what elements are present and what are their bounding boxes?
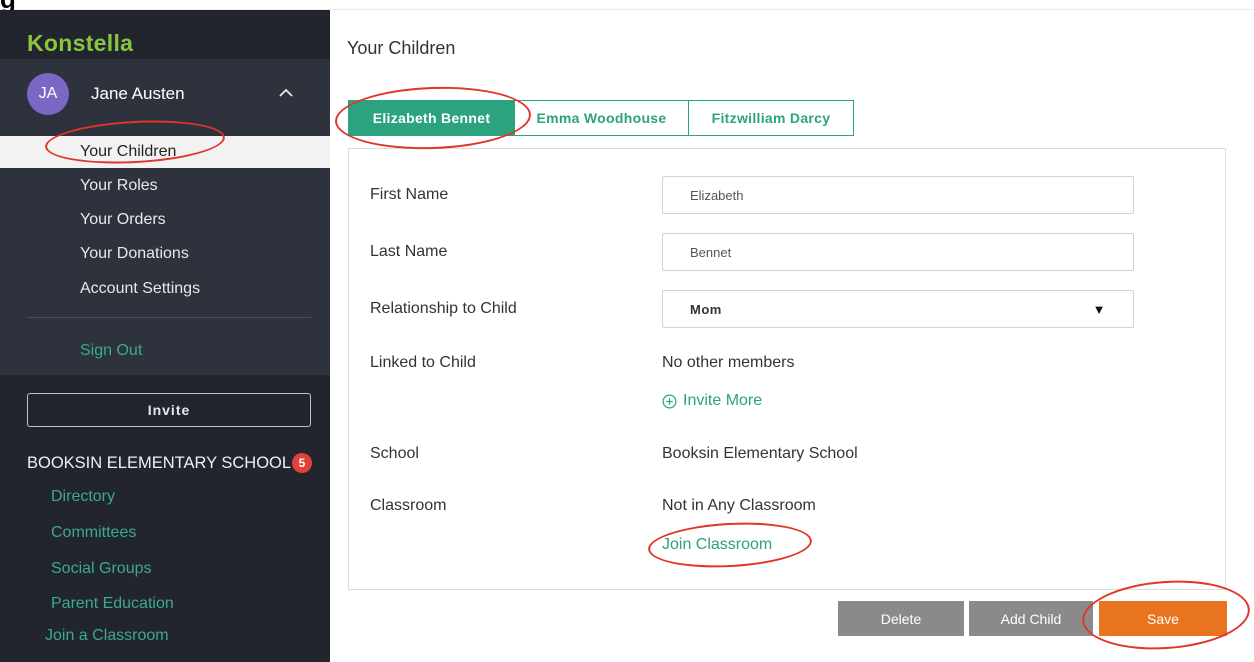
- child-tabs: Elizabeth Bennet Emma Woodhouse Fitzwill…: [348, 100, 854, 136]
- relationship-select[interactable]: Mom ▼: [662, 290, 1134, 328]
- invite-button[interactable]: Invite: [27, 393, 311, 427]
- plus-circle-icon: [662, 394, 677, 408]
- join-classroom-link[interactable]: Join Classroom: [662, 536, 772, 554]
- sidebar-item-your-children[interactable]: Your Children: [0, 136, 330, 168]
- school-title[interactable]: BOOKSIN ELEMENTARY SCHOOL: [27, 454, 291, 473]
- sidebar-link-parent-education[interactable]: Parent Education: [51, 595, 174, 613]
- notification-badge: 5: [292, 453, 312, 473]
- tab-emma-woodhouse[interactable]: Emma Woodhouse: [515, 100, 689, 136]
- sidebar-item-label: Your Children: [80, 143, 177, 160]
- relationship-selected-value: Mom: [690, 301, 722, 317]
- page-title: Your Children: [347, 38, 456, 58]
- chevron-up-icon[interactable]: [278, 85, 294, 101]
- sidebar-link-committees[interactable]: Committees: [51, 524, 136, 542]
- school-label: School: [370, 445, 419, 462]
- first-name-field[interactable]: Elizabeth: [662, 176, 1134, 214]
- invite-more-label: Invite More: [683, 392, 763, 409]
- dropdown-caret-icon: ▼: [1092, 301, 1106, 317]
- sign-out-link[interactable]: Sign Out: [80, 342, 142, 360]
- sidebar-item-your-roles[interactable]: Your Roles: [80, 177, 158, 195]
- sidebar-link-join-classroom[interactable]: Join a Classroom: [45, 627, 169, 645]
- classroom-label: Classroom: [370, 497, 447, 514]
- relationship-label: Relationship to Child: [370, 300, 517, 317]
- sidebar-link-social-groups[interactable]: Social Groups: [51, 560, 152, 578]
- sidebar-divider: [27, 317, 311, 318]
- last-name-label: Last Name: [370, 243, 448, 260]
- tab-elizabeth-bennet[interactable]: Elizabeth Bennet: [348, 100, 515, 136]
- tab-fitzwilliam-darcy[interactable]: Fitzwilliam Darcy: [689, 100, 854, 136]
- top-strip: g: [0, 0, 1254, 14]
- user-name[interactable]: Jane Austen: [91, 84, 185, 104]
- linked-to-child-value: No other members: [662, 354, 795, 371]
- invite-more-link[interactable]: Invite More: [662, 392, 762, 410]
- linked-to-child-label: Linked to Child: [370, 354, 476, 371]
- add-child-button[interactable]: Add Child: [969, 601, 1093, 636]
- sidebar-link-directory[interactable]: Directory: [51, 488, 115, 506]
- first-name-label: First Name: [370, 186, 449, 203]
- brand-logo[interactable]: Konstella: [27, 30, 133, 57]
- user-menu: JA Jane Austen Your Children Your Roles …: [0, 59, 330, 375]
- sidebar: Konstella JA Jane Austen Your Children Y…: [0, 10, 330, 662]
- sidebar-item-account-settings[interactable]: Account Settings: [80, 280, 200, 298]
- classroom-value: Not in Any Classroom: [662, 497, 816, 514]
- delete-button[interactable]: Delete: [838, 601, 964, 636]
- child-details-card: First Name Elizabeth Last Name Bennet Re…: [348, 148, 1226, 590]
- sidebar-item-your-donations[interactable]: Your Donations: [80, 245, 189, 263]
- school-value: Booksin Elementary School: [662, 445, 858, 462]
- last-name-field[interactable]: Bennet: [662, 233, 1134, 271]
- avatar[interactable]: JA: [27, 73, 69, 115]
- sidebar-item-your-orders[interactable]: Your Orders: [80, 211, 166, 229]
- save-button[interactable]: Save: [1099, 601, 1227, 636]
